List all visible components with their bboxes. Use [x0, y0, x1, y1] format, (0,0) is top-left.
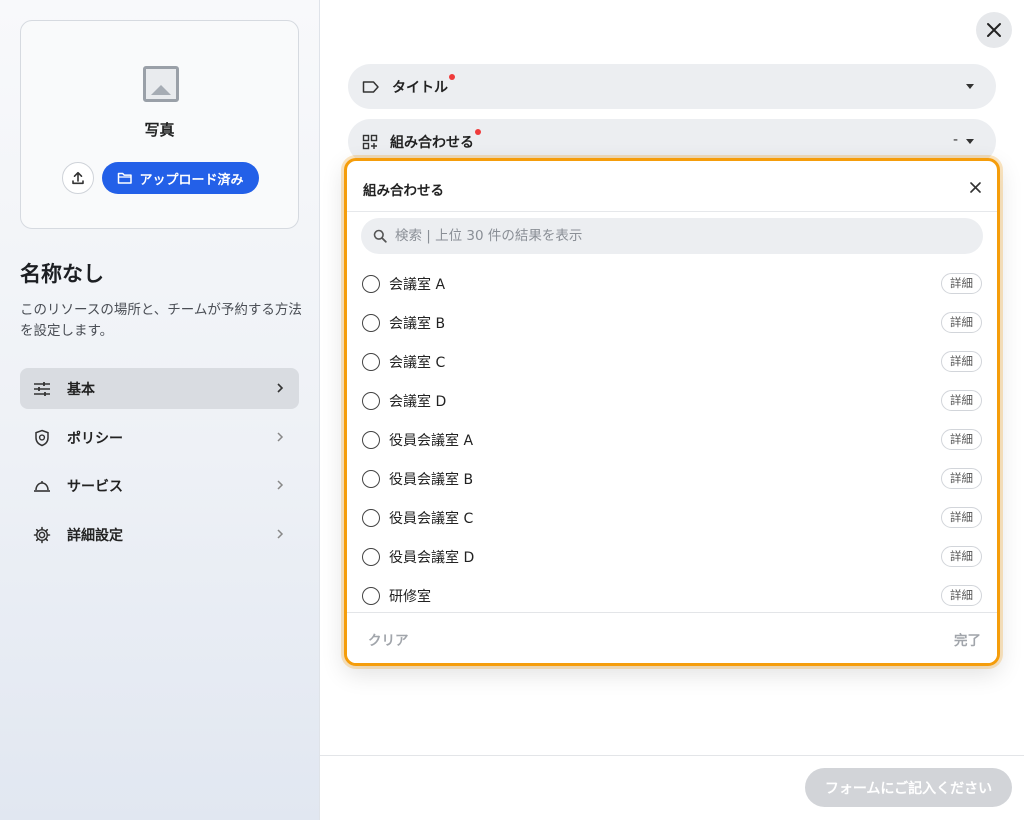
settings-sidebar: 写真 アップロード済み 名称なし このリソースの場所と、チームが予約する方法を設… — [0, 0, 320, 820]
list-item-label: 会議室 C — [389, 355, 446, 371]
popup-divider — [347, 211, 997, 212]
title-field-label: タイトル — [392, 73, 455, 97]
close-icon — [987, 23, 1001, 37]
chevron-right-icon — [275, 380, 285, 400]
chevron-right-icon — [275, 526, 285, 546]
bell-icon — [32, 476, 52, 496]
list-item[interactable]: 役員会議室 B 詳細 — [347, 459, 997, 498]
photo-label: 写真 — [144, 121, 175, 139]
search-icon — [373, 229, 387, 243]
search-box[interactable] — [361, 218, 983, 254]
detail-button[interactable]: 詳細 — [941, 468, 982, 489]
radio-button[interactable] — [362, 353, 380, 371]
sidebar-item-label: ポリシー — [67, 430, 123, 447]
list-item-label: 役員会議室 C — [389, 511, 474, 527]
sidebar-item-label: 詳細設定 — [67, 527, 123, 544]
list-item-label: 会議室 B — [389, 316, 446, 332]
sidebar-item-label: 基本 — [67, 381, 95, 398]
title-field-label-text: タイトル — [392, 79, 448, 96]
shield-icon — [32, 428, 52, 448]
combine-field-label: 組み合わせる — [390, 128, 481, 152]
close-icon — [969, 181, 981, 193]
list-item-label: 役員会議室 A — [389, 433, 474, 449]
search-input[interactable] — [395, 228, 955, 244]
resource-title: 名称なし — [20, 262, 104, 286]
list-item-label: 研修室 — [389, 589, 431, 605]
submit-button[interactable]: フォームにご記入ください — [805, 768, 1012, 807]
detail-button[interactable]: 詳細 — [941, 390, 982, 411]
list-item-label: 役員会議室 B — [389, 472, 474, 488]
list-item[interactable]: 役員会議室 D 詳細 — [347, 537, 997, 576]
list-item-label: 役員会議室 D — [389, 550, 475, 566]
required-indicator — [449, 73, 455, 80]
detail-button[interactable]: 詳細 — [941, 585, 982, 606]
list-item[interactable]: 会議室 D 詳細 — [347, 381, 997, 420]
sidebar-item-label: サービス — [67, 478, 123, 495]
radio-button[interactable] — [362, 314, 380, 332]
list-item[interactable]: 役員会議室 A 詳細 — [347, 420, 997, 459]
tag-icon — [362, 80, 379, 93]
list-item-label: 会議室 D — [389, 394, 447, 410]
required-indicator — [475, 128, 481, 135]
upload-icon — [72, 171, 84, 185]
radio-button[interactable] — [362, 548, 380, 566]
title-field[interactable]: タイトル — [348, 64, 996, 109]
chevron-down-icon — [966, 139, 974, 144]
grid-add-icon — [362, 134, 378, 149]
sidebar-item-basic[interactable]: 基本 — [20, 368, 299, 409]
sidebar-item-policy[interactable]: ポリシー — [20, 417, 299, 458]
uploaded-button-label: アップロード済み — [139, 172, 244, 188]
detail-button[interactable]: 詳細 — [941, 429, 982, 450]
resource-description: このリソースの場所と、チームが予約する方法を設定します。 — [20, 302, 302, 339]
combine-field-value: - — [952, 132, 958, 148]
list-item[interactable]: 役員会議室 C 詳細 — [347, 498, 997, 537]
list-item[interactable]: 会議室 C 詳細 — [347, 342, 997, 381]
list-item[interactable]: 会議室 A 詳細 — [347, 264, 997, 303]
detail-button[interactable]: 詳細 — [941, 312, 982, 333]
chevron-right-icon — [275, 477, 285, 497]
clear-button[interactable]: クリア — [368, 629, 409, 649]
combine-dropdown-popup: 組み合わせる 会議室 A詳細会議室 B詳細会議室 C詳細会議室 D詳細役員会議室… — [344, 158, 1000, 666]
radio-button[interactable] — [362, 470, 380, 488]
radio-button[interactable] — [362, 509, 380, 527]
uploaded-button[interactable]: アップロード済み — [102, 162, 259, 194]
detail-button[interactable]: 詳細 — [941, 273, 982, 294]
chevron-right-icon — [275, 429, 285, 449]
list-item-label: 会議室 A — [389, 277, 446, 293]
image-placeholder-icon — [143, 66, 179, 102]
sidebar-item-service[interactable]: サービス — [20, 465, 299, 506]
radio-button[interactable] — [362, 587, 380, 605]
sliders-icon — [32, 379, 52, 399]
radio-button[interactable] — [362, 392, 380, 410]
folder-icon — [118, 172, 133, 184]
close-dialog-button[interactable] — [976, 12, 1012, 48]
done-button[interactable]: 完了 — [954, 629, 981, 649]
combine-field-label-text: 組み合わせる — [390, 134, 474, 151]
detail-button[interactable]: 詳細 — [941, 351, 982, 372]
radio-button[interactable] — [362, 275, 380, 293]
popup-title: 組み合わせる — [363, 183, 444, 199]
detail-button[interactable]: 詳細 — [941, 507, 982, 528]
radio-button[interactable] — [362, 431, 380, 449]
gear-icon — [32, 525, 52, 545]
list-item[interactable]: 研修室 詳細 — [347, 576, 997, 615]
photo-card: 写真 アップロード済み — [20, 20, 299, 229]
popup-footer: クリア 完了 — [347, 612, 997, 663]
upload-button[interactable] — [62, 162, 94, 194]
popup-close-button[interactable] — [967, 179, 983, 195]
chevron-down-icon — [966, 84, 974, 89]
sidebar-item-advanced-settings[interactable]: 詳細設定 — [20, 514, 299, 555]
list-item[interactable]: 会議室 B 詳細 — [347, 303, 997, 342]
footer-divider — [320, 755, 1024, 756]
detail-button[interactable]: 詳細 — [941, 546, 982, 567]
